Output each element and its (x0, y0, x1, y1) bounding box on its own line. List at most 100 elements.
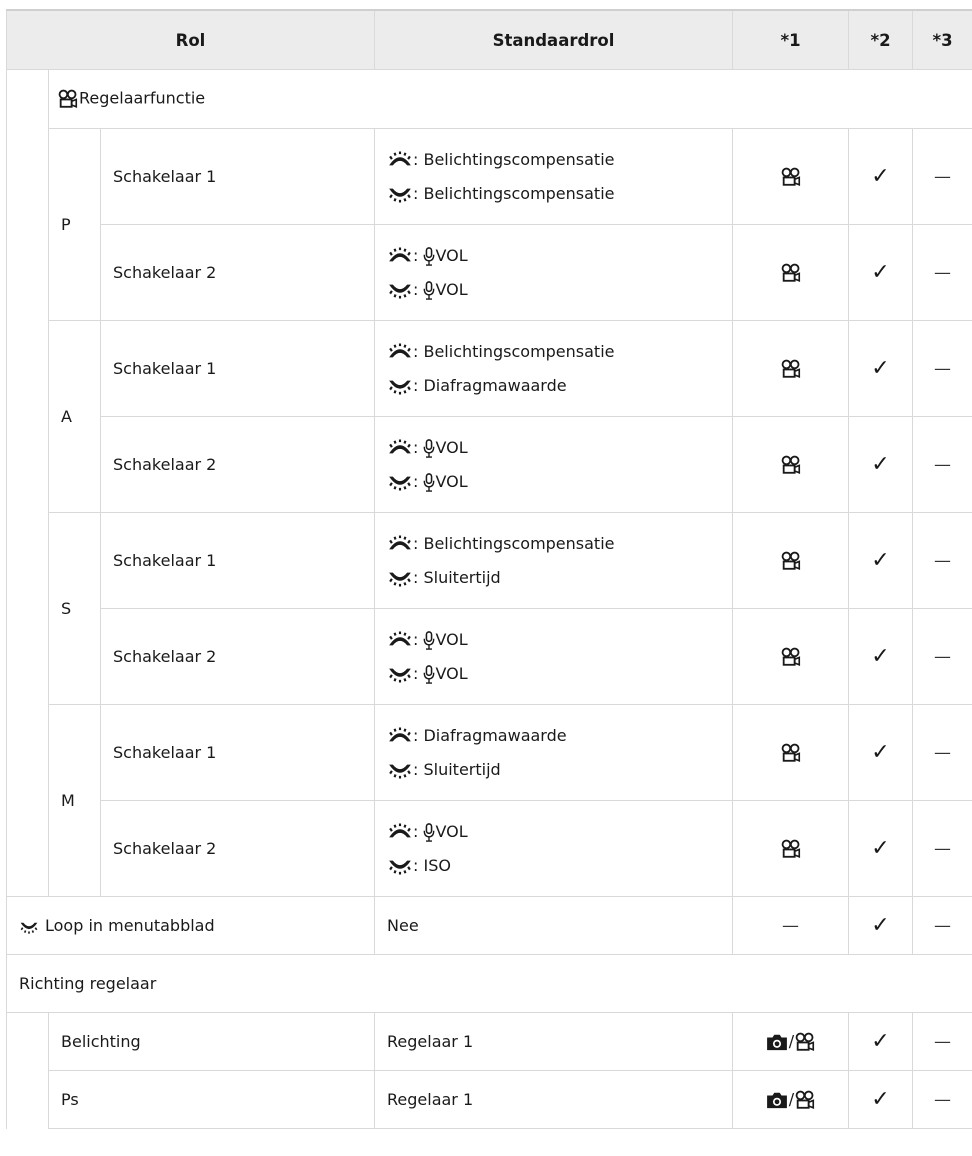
dial-function-text: VOL (435, 471, 468, 491)
custom-dial-table: Rol Standaardrol *1 *2 *3 Regelaarfuncti… (6, 9, 972, 1129)
dial-function-text: : Belichtingscompensatie (413, 149, 615, 169)
movie-icon (780, 646, 802, 668)
richting-value: Regelaar 1 (374, 1070, 733, 1129)
check-icon: ✓ (848, 224, 913, 321)
dial-function-text: : Belichtingscompensatie (413, 183, 615, 203)
default-role-cell: : Diafragmawaarde : Sluitertijd (374, 704, 733, 801)
mode-label: P (48, 128, 101, 321)
switch-label: Schakelaar 1 (100, 512, 375, 609)
microphone-icon (423, 247, 435, 266)
dial-function-text: VOL (435, 629, 468, 649)
check-icon: ✓ (848, 128, 913, 225)
rear-dial-icon (387, 377, 413, 395)
default-role-cell: : VOL: VOL (374, 224, 733, 321)
table-header-row: Rol Standaardrol *1 *2 *3 (6, 9, 972, 70)
microphone-icon (423, 281, 435, 300)
check-icon: ✓ (848, 608, 913, 705)
microphone-icon (423, 631, 435, 650)
dash-value: — (912, 320, 972, 417)
header-note-1: *1 (732, 9, 849, 70)
dial-function-text: : ISO (413, 855, 451, 875)
microphone-icon (423, 439, 435, 458)
microphone-icon (423, 823, 435, 842)
dash-value: — (912, 608, 972, 705)
dash-value: — (912, 512, 972, 609)
table-row: Belichting Regelaar 1 / ✓ — (6, 1012, 972, 1129)
table-row: M Schakelaar 1: Diafragmawaarde: Sluitert… (7, 704, 972, 897)
front-dial-icon (387, 727, 413, 745)
dial-function-text: : Belichtingscompensatie (413, 533, 615, 553)
default-role-cell: : Belichtingscompensatie: Diafragmawaard… (374, 320, 733, 417)
rear-dial-icon (387, 281, 413, 299)
front-dial-icon (387, 151, 413, 169)
table-row: A Schakelaar 1: Belichtingscompensatie: D… (7, 320, 972, 513)
dash-value: — (912, 416, 972, 513)
rear-dial-icon (387, 761, 413, 779)
switch-label: Schakelaar 2 (100, 224, 375, 321)
dash-value: — (912, 800, 972, 897)
table-row: Schakelaar 2: VOL: VOL ✓ — (7, 416, 972, 513)
camera-icon (765, 1033, 789, 1051)
movie-icon (780, 166, 802, 188)
movie-icon (794, 1089, 816, 1111)
dial-function-text: : Sluitertijd (413, 759, 501, 779)
check-icon: ✓ (848, 1012, 913, 1071)
movie-icon (57, 88, 79, 110)
rear-dial-icon (387, 473, 413, 491)
check-icon: ✓ (848, 416, 913, 513)
table-row-loop: Loop in menutabblad Nee — ✓ — (6, 896, 972, 955)
rear-dial-icon (387, 857, 413, 875)
header-rol: Rol (6, 9, 375, 70)
switch-label: Schakelaar 2 (100, 800, 375, 897)
dash-value: — (912, 128, 972, 225)
check-icon: ✓ (848, 1070, 913, 1129)
default-role-cell: : VOL: VOL (374, 608, 733, 705)
switch-label: Schakelaar 2 (100, 416, 375, 513)
front-dial-icon (387, 439, 413, 457)
table-row: Schakelaar 2: VOL: ISO ✓ — (7, 800, 972, 897)
mode-label: A (48, 320, 101, 513)
front-dial-icon (387, 247, 413, 265)
camera-icon (765, 1091, 789, 1109)
movie-icon (780, 358, 802, 380)
rear-dial-icon (387, 185, 413, 203)
microphone-icon (423, 665, 435, 684)
rear-dial-small-icon (19, 920, 39, 934)
loop-value: Nee (374, 896, 733, 955)
dash-value: — (912, 896, 972, 955)
loop-label: Loop in menutabblad (45, 916, 215, 935)
switch-label: Schakelaar 1 (100, 704, 375, 801)
default-role-cell: : Belichtingscompensatie : Belichtingscom… (374, 128, 733, 225)
check-icon: ✓ (848, 800, 913, 897)
dash-value: — (912, 704, 972, 801)
movie-icon (780, 454, 802, 476)
table-row: Schakelaar 2: VOL: VOL ✓ — (7, 608, 972, 705)
dial-function-text: : Sluitertijd (413, 567, 501, 587)
dash-value: — (912, 224, 972, 321)
front-dial-icon (387, 535, 413, 553)
dial-function-text: VOL (435, 663, 468, 683)
dash-value: — (732, 896, 849, 955)
dash-value: — (912, 1070, 972, 1129)
default-role-cell: : VOL: ISO (374, 800, 733, 897)
rear-dial-icon (387, 665, 413, 683)
movie-icon (780, 262, 802, 284)
table-row: Ps Regelaar 1 / ✓ — (7, 1070, 972, 1129)
table-row: S Schakelaar 1: Belichtingscompensatie: S… (7, 512, 972, 705)
front-dial-icon (387, 343, 413, 361)
dial-function-text: : Diafragmawaarde (413, 375, 567, 395)
check-icon: ✓ (848, 704, 913, 801)
richting-value: Regelaar 1 (374, 1012, 733, 1071)
dash-value: — (912, 1012, 972, 1071)
default-role-cell: : Belichtingscompensatie : Sluitertijd (374, 512, 733, 609)
switch-label: Schakelaar 1 (100, 320, 375, 417)
switch-label: Schakelaar 2 (100, 608, 375, 705)
movie-icon (794, 1031, 816, 1053)
table-row: P Schakelaar 1: Belichtingscompensatie: B… (6, 128, 972, 897)
header-standaardrol: Standaardrol (374, 9, 733, 70)
dial-function-text: : Diafragmawaarde (413, 725, 567, 745)
check-icon: ✓ (848, 320, 913, 417)
microphone-icon (423, 473, 435, 492)
mode-icons: / (732, 1012, 849, 1071)
richting-label: Ps (48, 1070, 375, 1129)
